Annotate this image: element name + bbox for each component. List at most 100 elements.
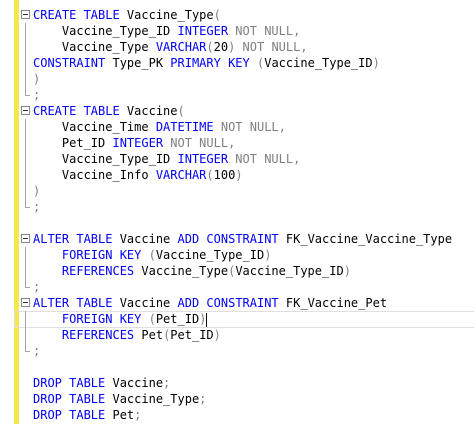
fold-guide-line <box>25 23 26 39</box>
code-token: ) <box>33 184 41 198</box>
code-token: 100 <box>213 168 236 182</box>
code-token: ADD CONSTRAINT <box>177 232 279 246</box>
code-token: ( <box>206 168 214 182</box>
code-token: VARCHAR <box>155 40 207 54</box>
code-text: DROP TABLE Vaccine; <box>33 375 170 391</box>
code-token: ; <box>33 88 41 102</box>
collapse-region-icon[interactable] <box>21 234 30 243</box>
code-line[interactable]: Vaccine_Info VARCHAR(100) <box>22 167 474 183</box>
code-token: ) <box>213 328 221 342</box>
code-token: FK_Vaccine_Pet <box>278 296 388 310</box>
code-token: ALTER TABLE <box>33 296 113 310</box>
code-token: Vaccine <box>105 376 164 390</box>
code-token: CREATE TABLE <box>33 8 120 22</box>
code-line[interactable]: ; <box>22 87 474 103</box>
code-token: ( <box>213 8 221 22</box>
code-token: REFERENCES <box>33 328 135 342</box>
code-line[interactable]: Vaccine_Type VARCHAR(20) NOT NULL, <box>22 39 474 55</box>
code-line[interactable] <box>22 359 474 375</box>
code-token: DATETIME <box>155 120 214 134</box>
code-token: Vaccine_Info <box>33 168 156 182</box>
collapse-region-icon[interactable] <box>21 106 30 115</box>
code-line[interactable]: Vaccine_Time DATETIME NOT NULL, <box>22 119 474 135</box>
code-token: FK_Vaccine_Vaccine_Type <box>278 232 453 246</box>
fold-guide-end <box>25 279 30 288</box>
code-token: PRIMARY KEY <box>170 56 250 70</box>
code-token: NOT NULL, <box>213 120 286 134</box>
code-text: ; <box>33 343 40 359</box>
code-token: ; <box>163 376 171 390</box>
code-text: ALTER TABLE Vaccine ADD CONSTRAINT FK_Va… <box>33 295 387 311</box>
code-token: ) <box>264 248 272 262</box>
code-text: ) <box>33 183 40 199</box>
code-line[interactable]: DROP TABLE Pet; <box>22 407 474 423</box>
code-text: REFERENCES Vaccine_Type(Vaccine_Type_ID) <box>33 263 351 279</box>
code-line[interactable]: ; <box>22 279 474 295</box>
code-token: Pet_ID <box>33 136 113 150</box>
sql-editor[interactable]: CREATE TABLE Vaccine_Type( Vaccine_Type_… <box>0 0 474 440</box>
code-text: Vaccine_Type VARCHAR(20) NOT NULL, <box>33 39 308 55</box>
code-line[interactable]: Pet_ID INTEGER NOT NULL, <box>22 135 474 151</box>
code-token: ; <box>33 344 41 358</box>
code-line[interactable]: ALTER TABLE Vaccine ADD CONSTRAINT FK_Va… <box>21 231 474 247</box>
fold-guide-end <box>25 343 30 352</box>
code-line[interactable]: ALTER TABLE Vaccine ADD CONSTRAINT FK_Va… <box>21 295 474 311</box>
code-text: DROP TABLE Pet; <box>33 407 141 423</box>
code-line[interactable]: ; <box>22 343 474 359</box>
code-line[interactable]: DROP TABLE Vaccine; <box>22 375 474 391</box>
code-text: ; <box>33 279 40 295</box>
code-line[interactable]: CREATE TABLE Vaccine_Type( <box>21 7 474 23</box>
fold-guide-line <box>25 263 26 279</box>
code-token: ( <box>206 40 214 54</box>
code-line[interactable]: Vaccine_Type_ID INTEGER NOT NULL, <box>22 23 474 39</box>
code-line[interactable]: REFERENCES Vaccine_Type(Vaccine_Type_ID) <box>22 263 474 279</box>
code-token: NOT NULL, <box>228 152 301 166</box>
code-line[interactable]: DROP TABLE Vaccine_Type; <box>22 391 474 407</box>
fold-guide-line <box>25 311 26 327</box>
fold-guide-line <box>25 71 26 87</box>
code-line[interactable]: FOREIGN KEY (Vaccine_Type_ID) <box>22 247 474 263</box>
code-line[interactable]: ; <box>22 199 474 215</box>
fold-guide-line <box>25 55 26 71</box>
code-token: Vaccine_Type_ID <box>264 56 373 70</box>
code-token: Pet_ID <box>170 328 214 342</box>
code-text: FOREIGN KEY (Pet_ID) <box>33 311 208 327</box>
code-line[interactable]: ) <box>22 183 474 199</box>
code-token: CREATE TABLE <box>33 104 120 118</box>
code-text: REFERENCES Pet(Pet_ID) <box>33 327 221 343</box>
code-token: Vaccine_Time <box>33 120 156 134</box>
code-line[interactable] <box>22 215 474 231</box>
code-token: ) <box>343 264 351 278</box>
code-line[interactable]: ) <box>22 71 474 87</box>
code-line[interactable]: FOREIGN KEY (Pet_ID) <box>14 311 474 328</box>
code-line[interactable]: CREATE TABLE Vaccine( <box>21 103 474 119</box>
code-token: VARCHAR <box>155 168 207 182</box>
code-token: Vaccine <box>119 104 178 118</box>
fold-guide-line <box>25 39 26 55</box>
collapse-region-icon[interactable] <box>21 298 30 307</box>
code-token: ) <box>33 72 41 86</box>
fold-guide-end <box>25 87 30 96</box>
code-token: 20 <box>213 40 229 54</box>
code-token: DROP TABLE <box>33 408 106 422</box>
code-text: ; <box>33 87 40 103</box>
code-token: Vaccine <box>112 296 178 310</box>
fold-guide-line <box>25 183 26 199</box>
code-token: Vaccine_Type_ID <box>155 248 265 262</box>
code-text: CONSTRAINT Type_PK PRIMARY KEY (Vaccine_… <box>33 55 380 71</box>
code-line[interactable]: Vaccine_Type_ID INTEGER NOT NULL, <box>22 151 474 167</box>
code-line[interactable]: CONSTRAINT Type_PK PRIMARY KEY (Vaccine_… <box>22 55 474 71</box>
code-token: ; <box>199 392 207 406</box>
code-token: ) <box>199 312 207 326</box>
code-area[interactable]: CREATE TABLE Vaccine_Type( Vaccine_Type_… <box>14 7 474 423</box>
fold-guide-line <box>25 119 26 135</box>
code-text: ) <box>33 71 40 87</box>
change-tracking-bar <box>14 0 19 424</box>
code-token: ADD CONSTRAINT <box>177 296 279 310</box>
collapse-region-icon[interactable] <box>21 10 30 19</box>
code-token: ; <box>33 280 41 294</box>
code-token: Vaccine_Type_ID <box>33 24 178 38</box>
code-text: Vaccine_Time DATETIME NOT NULL, <box>33 119 286 135</box>
code-line[interactable]: REFERENCES Pet(Pet_ID) <box>22 327 474 343</box>
code-token: Pet_ID <box>155 312 200 326</box>
